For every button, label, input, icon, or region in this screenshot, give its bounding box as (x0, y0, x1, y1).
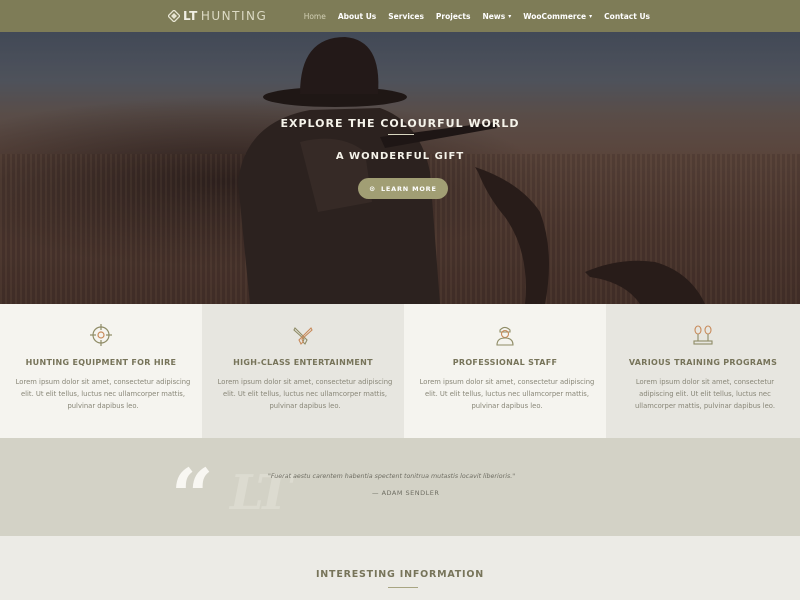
hero-divider (388, 134, 414, 135)
hero-subtitle: A WONDERFUL GIFT (335, 151, 465, 162)
nav-contact-us-label: Contact Us (604, 11, 650, 21)
chevron-down-icon: ▾ (589, 12, 593, 20)
nav-woocommerce-label: WooCommerce (523, 11, 587, 21)
feature-text: Lorem ipsum dolor sit amet, consectetur … (217, 378, 393, 410)
nav-news[interactable]: News ▾ (482, 12, 511, 21)
nav-about-us-label: About Us (337, 11, 377, 21)
feature-text: Lorem ipsum dolor sit amet, consectetur … (634, 378, 775, 410)
logo-icon (168, 10, 180, 22)
soldier-icon (496, 326, 514, 346)
feature-text: Lorem ipsum dolor sit amet, consectetur … (419, 378, 595, 410)
target-icon: ⊙ (369, 184, 376, 193)
hero-title: EXPLORE THE COLOURFUL WORLD (280, 117, 520, 130)
section-title: INTERESTING INFORMATION (315, 569, 485, 580)
testimonial-author: — ADAM SENDLER (372, 489, 440, 497)
info-section: INTERESTING INFORMATION (0, 536, 800, 600)
testimonial-section: “ LT "Fuerat aestu carentem habentia spe… (0, 438, 800, 536)
nav-services-label: Services (388, 11, 424, 21)
main-nav: Home About Us Services Projects News ▾ Wo… (304, 0, 650, 32)
nav-news-label: News (482, 11, 506, 21)
feature-card: PROFESSIONAL STAFF Lorem ipsum dolor sit… (404, 304, 606, 438)
learn-more-button[interactable]: ⊙ LEARN MORE (358, 178, 448, 199)
nav-services[interactable]: Services (388, 12, 424, 21)
nav-projects[interactable]: Projects (436, 12, 471, 21)
nav-woocommerce[interactable]: WooCommerce ▾ (523, 12, 592, 21)
nav-projects-label: Projects (435, 11, 471, 21)
hero-banner: EXPLORE THE COLOURFUL WORLD A WONDERFUL … (0, 32, 800, 304)
feature-title: HUNTING EQUIPMENT FOR HIRE (25, 358, 177, 367)
feature-title: VARIOUS TRAINING PROGRAMS (628, 358, 778, 367)
hero-overlay (0, 32, 800, 304)
nav-home[interactable]: Home (304, 12, 326, 21)
nav-about-us[interactable]: About Us (338, 12, 376, 21)
logo-hunting-text: HUNTING (200, 9, 268, 23)
logo-lt-text: LT (183, 9, 198, 23)
features-section: HUNTING EQUIPMENT FOR HIRE Lorem ipsum d… (0, 304, 800, 438)
section-divider (388, 587, 418, 588)
crosshair-icon (90, 324, 112, 346)
ducks-icon (693, 325, 713, 345)
testimonial-quote: "Fuerat aestu carentem habentia spectent… (268, 473, 516, 480)
nav-home-label: Home (303, 11, 326, 21)
feature-card: HIGH-CLASS ENTERTAINMENT Lorem ipsum dol… (202, 304, 404, 438)
quote-icon: “ (171, 454, 214, 540)
feature-title: PROFESSIONAL STAFF (452, 358, 558, 367)
learn-more-label: LEARN MORE (380, 184, 437, 193)
feature-text: Lorem ipsum dolor sit amet, consectetur … (15, 378, 191, 410)
chevron-down-icon: ▾ (508, 12, 512, 20)
nav-contact-us[interactable]: Contact Us (604, 12, 650, 21)
site-header: LT HUNTING Home About Us Services Projec… (0, 0, 800, 32)
feature-title: HIGH-CLASS ENTERTAINMENT (233, 358, 373, 367)
feature-card: VARIOUS TRAINING PROGRAMS Lorem ipsum do… (606, 304, 800, 438)
logo[interactable]: LT HUNTING (168, 0, 267, 32)
crossed-pistols-icon (293, 327, 313, 345)
feature-card: HUNTING EQUIPMENT FOR HIRE Lorem ipsum d… (0, 304, 202, 438)
